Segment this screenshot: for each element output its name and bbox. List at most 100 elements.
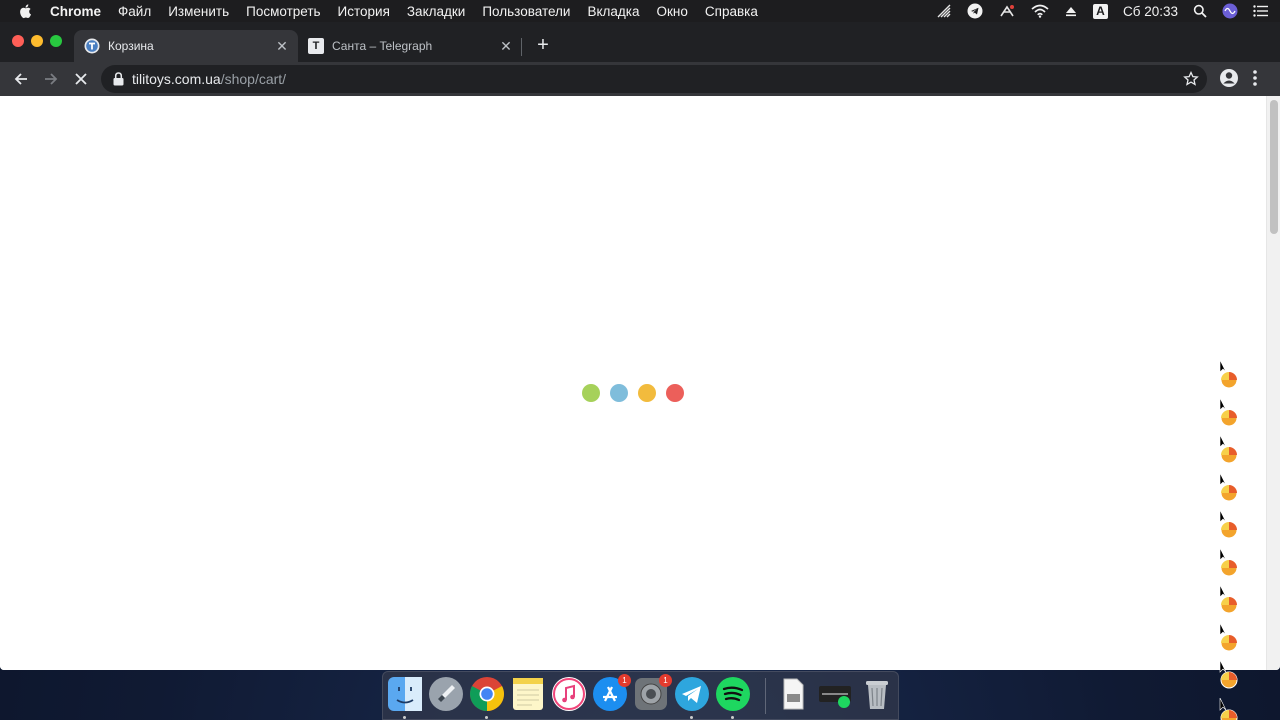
spotify-icon bbox=[716, 677, 750, 711]
stop-loading-button[interactable] bbox=[71, 69, 91, 89]
loader-dot bbox=[610, 384, 628, 402]
close-icon bbox=[75, 73, 87, 85]
browser-toolbar: tilitoys.com.ua/shop/cart/ bbox=[0, 62, 1280, 96]
telegram-icon bbox=[675, 677, 709, 711]
dock-system-preferences[interactable]: 1 bbox=[633, 674, 672, 712]
dock-document[interactable] bbox=[775, 676, 811, 712]
trash-icon bbox=[866, 681, 888, 709]
menu-file[interactable]: Файл bbox=[118, 4, 151, 19]
chrome-window: Корзина ✕ T Санта – Telegraph ✕ + tilito… bbox=[0, 22, 1280, 670]
spotlight-search-icon[interactable] bbox=[1193, 4, 1207, 18]
telegraph-favicon-letter: T bbox=[312, 40, 320, 52]
wifi-icon[interactable] bbox=[1031, 4, 1049, 18]
tab-cart[interactable]: Корзина ✕ bbox=[74, 30, 298, 62]
menu-bookmarks[interactable]: Закладки bbox=[407, 4, 465, 19]
window-close-button[interactable] bbox=[12, 35, 24, 47]
busy-cursor-icon bbox=[1218, 584, 1242, 615]
profile-avatar-icon[interactable] bbox=[1219, 68, 1239, 88]
url-host: tilitoys.com.ua bbox=[132, 71, 221, 87]
dock-notes[interactable] bbox=[510, 676, 546, 712]
notes-icon bbox=[513, 678, 543, 710]
lock-icon[interactable] bbox=[113, 72, 124, 86]
tab-strip: Корзина ✕ T Санта – Telegraph ✕ + bbox=[0, 22, 1280, 62]
airdrop-icon[interactable] bbox=[936, 3, 952, 19]
window-zoom-button[interactable] bbox=[50, 35, 62, 47]
dock-chrome[interactable] bbox=[469, 676, 505, 719]
apple-menu-icon[interactable] bbox=[18, 3, 32, 19]
system-preferences-badge: 1 bbox=[659, 674, 672, 687]
forward-button[interactable] bbox=[41, 69, 61, 89]
menu-window[interactable]: Окно bbox=[657, 4, 688, 19]
loader-dot bbox=[666, 384, 684, 402]
dock-app-store[interactable]: 1 bbox=[592, 674, 631, 712]
dock-trash[interactable] bbox=[859, 676, 895, 712]
running-indicator bbox=[403, 716, 406, 719]
busy-cursor-icon bbox=[1218, 697, 1242, 720]
bookmark-star-icon[interactable] bbox=[1183, 71, 1199, 87]
tab-close-icon[interactable]: ✕ bbox=[498, 38, 514, 54]
new-tab-button[interactable]: + bbox=[533, 35, 553, 55]
menu-view[interactable]: Посмотреть bbox=[246, 4, 320, 19]
menu-help[interactable]: Справка bbox=[705, 4, 758, 19]
notification-center-icon[interactable] bbox=[1253, 5, 1268, 17]
dock-itunes[interactable] bbox=[551, 676, 587, 712]
busy-cursor-icon bbox=[1218, 622, 1242, 653]
telegraph-favicon-icon: T bbox=[308, 38, 324, 54]
document-icon bbox=[783, 678, 804, 710]
busy-cursor-icon bbox=[1218, 397, 1242, 428]
arrow-left-icon bbox=[14, 73, 27, 85]
launchpad-rocket-icon bbox=[429, 677, 463, 711]
page-content bbox=[0, 96, 1266, 670]
scrollbar-thumb[interactable] bbox=[1270, 100, 1278, 234]
running-indicator bbox=[731, 716, 734, 719]
tab-title: Санта – Telegraph bbox=[332, 39, 433, 53]
tab-telegraph[interactable]: T Санта – Telegraph ✕ bbox=[298, 30, 522, 62]
finder-icon bbox=[388, 677, 422, 711]
loader-dot bbox=[582, 384, 600, 402]
cleaner-icon[interactable] bbox=[998, 3, 1016, 19]
dock-finder[interactable] bbox=[387, 676, 423, 719]
menu-history[interactable]: История bbox=[338, 4, 390, 19]
macos-menu-bar: Chrome Файл Изменить Посмотреть История … bbox=[0, 0, 1280, 22]
loader-dot bbox=[638, 384, 656, 402]
telegram-status-icon[interactable] bbox=[967, 3, 983, 19]
dock-launchpad[interactable] bbox=[428, 676, 464, 712]
dock-telegram[interactable] bbox=[674, 676, 710, 719]
busy-cursor-icon bbox=[1218, 509, 1242, 540]
running-indicator bbox=[690, 716, 693, 719]
menu-people[interactable]: Пользователи bbox=[482, 4, 570, 19]
back-button[interactable] bbox=[11, 69, 31, 89]
menu-bar-status-area: A Сб 20:33 bbox=[936, 0, 1268, 22]
dock-downloads-stack[interactable] bbox=[817, 676, 853, 712]
menu-edit[interactable]: Изменить bbox=[168, 4, 229, 19]
menu-tab[interactable]: Вкладка bbox=[587, 4, 639, 19]
macos-dock: 1 1 bbox=[382, 671, 899, 720]
tab-separator bbox=[521, 38, 522, 56]
tab-title: Корзина bbox=[108, 39, 154, 53]
page-scrollbar[interactable] bbox=[1266, 96, 1280, 670]
cursor-trail-artifact bbox=[1218, 359, 1242, 720]
url-path: /shop/cart/ bbox=[220, 71, 287, 87]
busy-cursor-icon bbox=[1218, 434, 1242, 465]
address-bar[interactable]: tilitoys.com.ua/shop/cart/ bbox=[101, 65, 1207, 93]
chrome-menu-icon[interactable] bbox=[1252, 68, 1258, 88]
tilitoys-favicon-icon bbox=[84, 38, 100, 54]
dock-spotify[interactable] bbox=[715, 676, 751, 719]
loading-indicator bbox=[582, 384, 684, 402]
dock-divider bbox=[765, 678, 766, 714]
menu-app-name[interactable]: Chrome bbox=[50, 4, 101, 19]
stack-preview-icon bbox=[819, 686, 851, 708]
busy-cursor-icon bbox=[1218, 359, 1242, 390]
busy-cursor-icon bbox=[1218, 547, 1242, 578]
eject-icon[interactable] bbox=[1064, 4, 1078, 18]
app-store-badge: 1 bbox=[618, 674, 631, 687]
input-source-indicator[interactable]: A bbox=[1092, 3, 1108, 19]
tab-close-icon[interactable]: ✕ bbox=[274, 38, 290, 54]
menu-bar-clock[interactable]: Сб 20:33 bbox=[1123, 4, 1178, 19]
busy-cursor-icon bbox=[1218, 472, 1242, 503]
input-source-letter: A bbox=[1096, 3, 1105, 18]
running-indicator bbox=[485, 716, 488, 719]
chrome-icon bbox=[470, 677, 504, 711]
window-minimize-button[interactable] bbox=[31, 35, 43, 47]
siri-icon[interactable] bbox=[1222, 3, 1238, 19]
